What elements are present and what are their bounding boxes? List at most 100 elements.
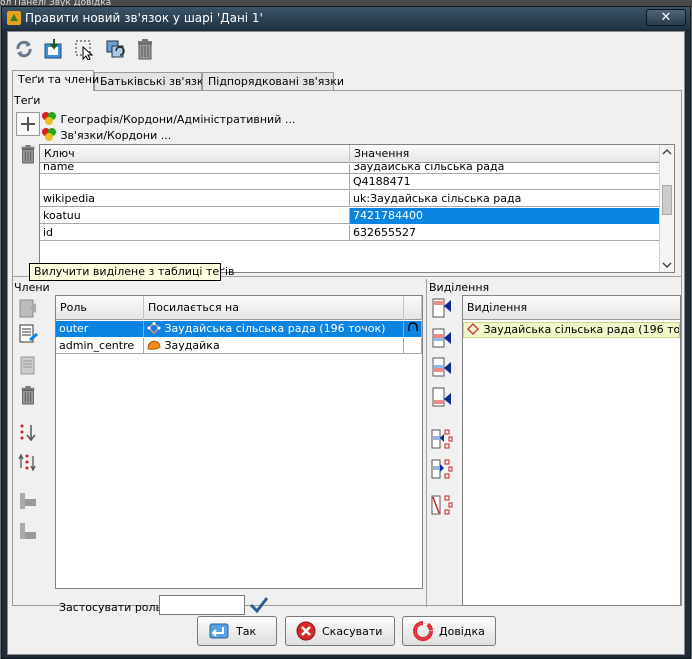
member-ref[interactable]: Заудайка — [144, 338, 404, 354]
tag-value[interactable]: Q4188471 — [350, 174, 661, 190]
add-tag-button[interactable] — [16, 112, 40, 136]
remove-selected-button[interactable] — [430, 493, 454, 517]
table-row[interactable]: Q4188471 — [40, 174, 661, 190]
column-header-link[interactable] — [404, 296, 422, 320]
sort-members-button[interactable] — [16, 421, 40, 445]
member-role[interactable]: admin_centre — [56, 338, 144, 354]
preset-boundary-icon — [42, 112, 56, 125]
help-button[interactable]: Довідка — [402, 616, 496, 646]
column-header-key[interactable]: Ключ — [40, 145, 350, 163]
reverse-members-button[interactable] — [16, 451, 40, 475]
multipolygon-icon — [147, 321, 161, 335]
add-selected-last-button[interactable] — [430, 385, 454, 409]
ok-button[interactable]: Так — [197, 616, 277, 646]
tag-key[interactable]: name — [40, 164, 350, 173]
tooltip-delete-tag: Вилучити виділене з таблиці теґів — [29, 263, 234, 281]
select-icon — [75, 40, 94, 60]
edit-member-button[interactable] — [16, 321, 40, 345]
member-ref-label: Заудайська сільська рада (196 точок) — [164, 322, 386, 335]
tag-key[interactable] — [40, 174, 350, 190]
member-link[interactable] — [404, 321, 422, 337]
preset-label: Зв'язки/Кордони ... — [60, 129, 172, 142]
refresh-icon — [16, 40, 32, 58]
add-selected-first-button[interactable] — [430, 296, 454, 320]
plus-icon — [21, 117, 35, 131]
tags-members-panel: Теґи Географія/Кордони/Адміністративний … — [12, 90, 682, 615]
selection-list: Виділення Заудайська сільська рада (196 … — [462, 295, 681, 606]
column-header-value[interactable]: Значення — [350, 145, 661, 163]
member-role[interactable]: outer — [56, 321, 144, 337]
cancel-button[interactable]: Скасувати — [285, 616, 395, 646]
select-in-relation-icon — [431, 429, 453, 449]
list-item[interactable]: Заудайська сільська рада (196 точок) — [463, 322, 680, 338]
close-button[interactable]: ✕ — [646, 9, 686, 26]
duplicate-relation-button[interactable] — [102, 36, 128, 62]
role-input[interactable] — [159, 595, 245, 615]
apply-role-label: Застосувати роль: — [59, 601, 166, 614]
tab-tags-members[interactable]: Теґи та члени — [12, 70, 99, 91]
member-ref[interactable]: Заудайська сільська рада (196 точок) — [144, 321, 404, 337]
tag-table-scrollbar[interactable] — [659, 145, 674, 272]
column-header-role[interactable]: Роль — [56, 296, 144, 320]
add-after-icon — [432, 357, 451, 377]
tag-value[interactable]: uk:Заудайська сільська рада — [350, 191, 661, 207]
tab-child-relations[interactable]: Підпорядковані зв'язки — [202, 72, 344, 90]
cancel-icon — [296, 621, 316, 641]
member-edit-icon — [19, 324, 38, 343]
scroll-down-icon — [662, 262, 672, 269]
refresh-button[interactable] — [11, 36, 37, 62]
trash-icon — [138, 39, 152, 60]
select-members-button[interactable] — [71, 36, 97, 62]
copy-member-button[interactable] — [16, 353, 40, 377]
preset-item[interactable]: Географія/Кордони/Адміністративний ... — [41, 111, 295, 126]
checkmark-icon — [249, 597, 269, 614]
select-members-in-selection-button[interactable] — [430, 427, 454, 451]
delete-relation-button[interactable] — [132, 36, 158, 62]
tags-section-label: Теґи — [14, 94, 41, 107]
table-row[interactable]: id 632655527 — [40, 225, 661, 241]
tag-value[interactable]: Заудайська сільська рада — [350, 164, 661, 173]
member-table: Роль Посилається на outer Заудайська сіл… — [55, 295, 423, 589]
scrollbar-thumb[interactable] — [662, 185, 672, 215]
select-selection-in-members-button[interactable] — [430, 457, 454, 481]
delete-tag-button[interactable] — [16, 142, 40, 166]
preset-relation-icon — [42, 128, 56, 141]
column-header-ref[interactable]: Посилається на — [144, 296, 404, 320]
tag-key[interactable]: id — [40, 225, 350, 241]
table-row[interactable]: koatuu 7421784400 — [40, 208, 661, 224]
scroll-up-icon — [662, 148, 672, 155]
apply-role-button[interactable] — [247, 593, 271, 617]
reverse-icon — [18, 453, 36, 472]
cancel-label: Скасувати — [322, 624, 383, 638]
tag-key[interactable]: koatuu — [40, 208, 350, 224]
table-row[interactable]: name Заудайська сільська рада — [40, 164, 661, 174]
table-row[interactable]: wikipedia uk:Заудайська сільська рада — [40, 191, 661, 207]
add-selected-before-button[interactable] — [430, 326, 454, 350]
tag-table-header: Ключ Значення — [40, 145, 661, 163]
tag-value[interactable]: 632655527 — [350, 225, 661, 241]
tag-value[interactable]: 7421784400 — [350, 208, 661, 224]
tag-table: Ключ Значення name Заудайська сільська р… — [39, 144, 675, 273]
window-title: Правити новий зв'язок у шарі 'Дані 1' — [25, 11, 263, 25]
table-row[interactable]: admin_centre Заудайка — [56, 338, 422, 354]
download-members-button[interactable] — [41, 36, 67, 62]
column-header-selection[interactable]: Виділення — [463, 296, 680, 320]
sort-down-icon — [20, 424, 36, 442]
josm-app-icon — [7, 11, 21, 25]
tab-parent-relations[interactable]: Батьківські зв'язки — [94, 72, 211, 90]
member-link[interactable] — [404, 338, 422, 354]
table-row[interactable]: outer Заудайська сільська рада (196 точо… — [56, 321, 422, 337]
move-up-button[interactable] — [16, 296, 40, 320]
title-bar: Правити новий зв'язок у шарі 'Дані 1' ✕ — [2, 7, 690, 29]
add-selected-after-button[interactable] — [430, 355, 454, 379]
trash-icon — [21, 145, 35, 164]
close-icon: ✕ — [660, 10, 672, 25]
download-all-incomplete-button[interactable] — [16, 519, 40, 543]
preset-item[interactable]: Зв'язки/Кордони ... — [41, 127, 171, 142]
tag-key[interactable]: wikipedia — [40, 191, 350, 207]
vertical-split-divider[interactable] — [426, 279, 427, 607]
download-incomplete-button[interactable] — [16, 489, 40, 513]
remove-member-button[interactable] — [16, 383, 40, 407]
download-incomplete-icon — [20, 523, 36, 539]
relation-editor-window: Правити новий зв'язок у шарі 'Дані 1' ✕ … — [1, 6, 691, 659]
